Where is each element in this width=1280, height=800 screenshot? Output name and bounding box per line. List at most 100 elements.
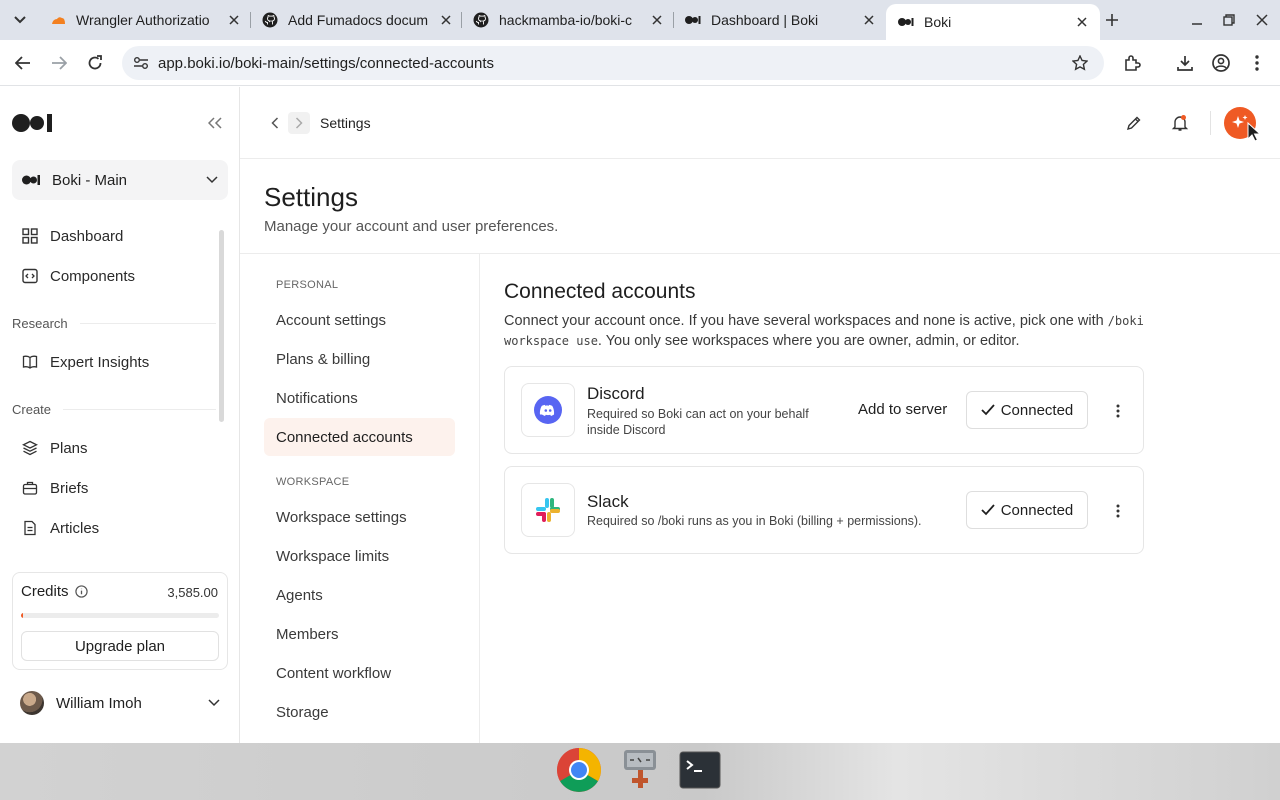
github-icon (262, 12, 278, 28)
close-icon[interactable] (438, 12, 454, 28)
account-name: Discord (587, 384, 645, 403)
sidebar-item-label: Briefs (50, 479, 89, 497)
tool-app-icon[interactable] (617, 747, 663, 793)
minimize-icon[interactable] (1185, 8, 1209, 32)
chevron-down-icon (206, 176, 218, 184)
user-menu[interactable]: William Imoh (12, 685, 228, 721)
reload-icon[interactable] (83, 51, 107, 75)
sidebar-item-articles[interactable]: Articles (12, 510, 212, 546)
code-icon (20, 266, 40, 286)
sidebar-item-label: Articles (50, 519, 100, 537)
os-taskbar (0, 743, 1280, 800)
breadcrumb[interactable]: Settings (320, 115, 371, 131)
restore-icon[interactable] (1217, 8, 1241, 32)
window-close-icon[interactable] (1250, 8, 1274, 32)
settings-nav-account-settings[interactable]: Account settings (264, 301, 455, 339)
app-sidebar: Boki - Main Dashboard Components Researc… (0, 87, 240, 743)
site-info-icon[interactable] (132, 54, 150, 72)
sidebar-item-plans[interactable]: Plans (12, 430, 212, 466)
boki-icon (898, 14, 914, 30)
browser-tab[interactable]: Wrangler Authorizatio (38, 4, 252, 36)
sidebar-item-label: Expert Insights (50, 353, 150, 371)
extensions-puzzle-icon[interactable] (1120, 51, 1144, 75)
discord-icon (521, 383, 575, 437)
settings-nav-content-workflow[interactable]: Content workflow (264, 654, 455, 692)
credits-label-row: Credits (21, 583, 89, 600)
upgrade-plan-button[interactable]: Upgrade plan (21, 631, 219, 661)
status-label: Connected (1000, 501, 1074, 519)
sidebar-item-components[interactable]: Components (12, 258, 212, 294)
sidebar-item-briefs[interactable]: Briefs (12, 470, 212, 506)
more-options-icon[interactable] (1108, 501, 1128, 521)
browser-tab-active[interactable]: Boki (886, 4, 1100, 40)
close-icon[interactable] (1074, 14, 1090, 30)
page-subtitle: Manage your account and user preferences… (264, 218, 559, 235)
slack-icon (521, 483, 575, 537)
section-description: Connect your account once. If you have s… (504, 311, 1144, 351)
info-icon[interactable] (75, 585, 89, 599)
sidebar-group-create: Create (12, 402, 216, 417)
chrome-icon[interactable] (556, 747, 602, 793)
settings-nav-agents[interactable]: Agents (264, 576, 455, 614)
tab-search-chevron-icon[interactable] (8, 8, 32, 32)
browser-tab[interactable]: Dashboard | Boki (673, 4, 887, 36)
close-icon[interactable] (226, 12, 242, 28)
browser-toolbar: app.boki.io/boki-main/settings/connected… (0, 40, 1280, 86)
close-icon[interactable] (861, 12, 877, 28)
terminal-icon[interactable] (677, 747, 723, 793)
sidebar-item-expert-insights[interactable]: Expert Insights (12, 344, 212, 380)
workspace-name: Boki - Main (52, 171, 128, 189)
chevron-left-icon[interactable] (266, 114, 284, 132)
credits-progress-bar (21, 613, 219, 618)
bell-icon[interactable] (1170, 113, 1190, 133)
settings-nav-storage[interactable]: Storage (264, 693, 455, 731)
main-header: Settings (240, 87, 1280, 159)
add-to-server-button[interactable]: Add to server (858, 401, 947, 418)
document-icon (20, 518, 40, 538)
tab-title: Add Fumadocs docum (288, 12, 429, 28)
account-card-discord: Discord Required so Boki can act on your… (504, 366, 1144, 454)
account-description: Required so Boki can act on your behalf … (587, 407, 809, 437)
settings-nav: PERSONAL Account settings Plans & billin… (240, 254, 480, 743)
browser-tab[interactable]: Add Fumadocs docum (250, 4, 464, 36)
browser-tab[interactable]: hackmamba-io/boki-c (461, 4, 675, 36)
book-icon (20, 352, 40, 372)
tab-title: Boki (924, 14, 952, 30)
settings-nav-plans-billing[interactable]: Plans & billing (264, 340, 455, 378)
settings-nav-connected-accounts[interactable]: Connected accounts (264, 418, 455, 456)
forward-arrow-icon[interactable] (47, 51, 71, 75)
connected-status-button[interactable]: Connected (966, 491, 1088, 529)
briefcase-icon (20, 478, 40, 498)
address-bar[interactable]: app.boki.io/boki-main/settings/connected… (122, 46, 1104, 80)
sidebar-item-dashboard[interactable]: Dashboard (12, 218, 212, 254)
group-label: Research (12, 316, 68, 331)
url-text[interactable]: app.boki.io/boki-main/settings/connected… (158, 55, 1070, 72)
mouse-cursor-icon (1247, 122, 1261, 142)
settings-nav-members[interactable]: Members (264, 615, 455, 653)
section-title: Connected accounts (504, 280, 696, 303)
boki-logo[interactable] (12, 113, 54, 133)
new-tab-plus-icon[interactable] (1100, 8, 1124, 32)
desc-text: . You only see workspaces where you are … (597, 333, 1020, 349)
chevron-right-icon[interactable] (288, 112, 310, 134)
settings-nav-notifications[interactable]: Notifications (264, 379, 455, 417)
bookmark-star-icon[interactable] (1070, 53, 1090, 73)
more-options-icon[interactable] (1108, 401, 1128, 421)
workspace-switcher[interactable]: Boki - Main (12, 160, 228, 200)
user-name: William Imoh (56, 694, 142, 712)
credits-label: Credits (21, 583, 69, 600)
collapse-sidebar-icon[interactable] (206, 115, 224, 131)
download-icon[interactable] (1173, 51, 1197, 75)
close-icon[interactable] (649, 12, 665, 28)
settings-nav-workspace-settings[interactable]: Workspace settings (264, 498, 455, 536)
tab-title: Wrangler Authorizatio (76, 12, 210, 28)
back-arrow-icon[interactable] (11, 51, 35, 75)
github-icon (473, 12, 489, 28)
pencil-icon[interactable] (1124, 113, 1144, 133)
account-card-slack: Slack Required so /boki runs as you in B… (504, 466, 1144, 554)
kebab-menu-icon[interactable] (1245, 51, 1269, 75)
profile-icon[interactable] (1209, 51, 1233, 75)
connected-status-button[interactable]: Connected (966, 391, 1088, 429)
settings-nav-workspace-limits[interactable]: Workspace limits (264, 537, 455, 575)
sidebar-scrollbar[interactable] (219, 230, 224, 422)
